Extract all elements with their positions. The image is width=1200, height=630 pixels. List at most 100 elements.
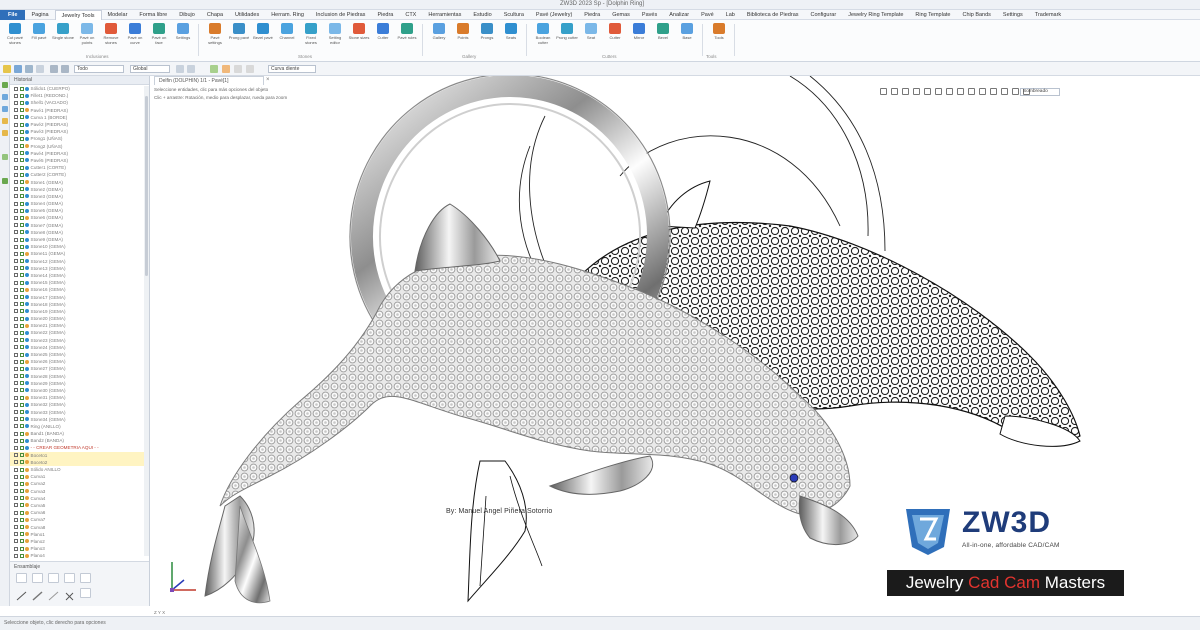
expand-icon[interactable]: [14, 417, 18, 422]
visibility-icon[interactable]: [19, 366, 24, 371]
layer-icon[interactable]: [176, 65, 184, 73]
history-item[interactable]: Sólido ANILLO: [10, 466, 149, 473]
expand-icon[interactable]: [14, 295, 18, 300]
expand-icon[interactable]: [14, 129, 18, 134]
expand-icon[interactable]: [14, 395, 18, 400]
ribbon-tab[interactable]: Analizar: [663, 10, 695, 20]
visibility-icon[interactable]: [19, 223, 24, 228]
history-item[interactable]: Curva3: [10, 488, 149, 495]
visibility-icon[interactable]: [19, 402, 24, 407]
visibility-icon[interactable]: [19, 266, 24, 271]
visibility-icon[interactable]: [19, 251, 24, 256]
history-item[interactable]: Stone26 (GEMA): [10, 358, 149, 365]
visibility-icon[interactable]: [19, 215, 24, 220]
history-item[interactable]: Cutter1 (CORTE): [10, 164, 149, 171]
expand-icon[interactable]: [14, 136, 18, 141]
visibility-icon[interactable]: [19, 136, 24, 141]
visibility-icon[interactable]: [19, 395, 24, 400]
expand-icon[interactable]: [14, 474, 18, 479]
visibility-icon[interactable]: [19, 359, 24, 364]
visibility-icon[interactable]: [19, 352, 24, 357]
ribbon-tab[interactable]: Pagina: [25, 10, 54, 20]
history-item[interactable]: Curva4: [10, 495, 149, 502]
history-item[interactable]: Stone13 (GEMA): [10, 265, 149, 272]
expand-icon[interactable]: [14, 481, 18, 486]
ribbon-tab[interactable]: Jewelry Ring Template: [842, 10, 909, 20]
history-item[interactable]: Fillet1 (REDOND.): [10, 92, 149, 99]
ribbon-button[interactable]: Prong pavé: [228, 23, 250, 53]
copy-button[interactable]: [32, 573, 43, 583]
pick-filter-icon[interactable]: [210, 65, 218, 73]
insert-button[interactable]: [16, 573, 27, 583]
expand-icon[interactable]: [14, 208, 18, 213]
ribbon-button[interactable]: Prong cutter: [556, 23, 578, 53]
expand-icon[interactable]: [14, 503, 18, 508]
expand-icon[interactable]: [14, 273, 18, 278]
history-item[interactable]: Sólido1 (CUERPO): [10, 85, 149, 92]
file-tab[interactable]: File: [0, 9, 26, 20]
history-item[interactable]: Band2 (BANDA): [10, 437, 149, 444]
visibility-icon[interactable]: [19, 208, 24, 213]
visibility-icon[interactable]: [19, 187, 24, 192]
history-item[interactable]: Stone34 (GEMA): [10, 416, 149, 423]
history-item[interactable]: Stone4 (GEMA): [10, 200, 149, 207]
history-item[interactable]: Stone31 (GEMA): [10, 394, 149, 401]
history-item[interactable]: Stone20 (GEMA): [10, 315, 149, 322]
history-item[interactable]: Stone30 (GEMA): [10, 387, 149, 394]
ribbon-button[interactable]: Boolean cutter: [532, 23, 554, 53]
visibility-icon[interactable]: [19, 381, 24, 386]
ribbon-button[interactable]: Cutter: [604, 23, 626, 53]
visibility-icon[interactable]: [19, 532, 24, 537]
expand-icon[interactable]: [14, 345, 18, 350]
ribbon-tab[interactable]: Trademark: [1029, 10, 1067, 20]
expand-icon[interactable]: [14, 287, 18, 292]
expand-icon[interactable]: [14, 366, 18, 371]
eye-gem[interactable]: [789, 473, 799, 483]
history-item[interactable]: Stone21 (GEMA): [10, 322, 149, 329]
ribbon-tab[interactable]: Pavés: [636, 10, 663, 20]
ribbon-tab[interactable]: Chapa: [201, 10, 229, 20]
expand-icon[interactable]: [14, 115, 18, 120]
history-item[interactable]: Stone5 (GEMA): [10, 207, 149, 214]
visibility-icon[interactable]: [19, 424, 24, 429]
history-item[interactable]: Pavé4 (PIEDRAS): [10, 150, 149, 157]
expand-icon[interactable]: [14, 108, 18, 113]
history-item[interactable]: Curva 1 (BORDE): [10, 114, 149, 121]
history-item[interactable]: Stone6 (GEMA): [10, 214, 149, 221]
ribbon-button[interactable]: Seat: [580, 23, 602, 53]
visibility-icon[interactable]: [19, 445, 24, 450]
history-item[interactable]: Pavé1 (PIEDRAS): [10, 107, 149, 114]
history-item[interactable]: Stone3 (GEMA): [10, 193, 149, 200]
visibility-icon[interactable]: [19, 280, 24, 285]
history-item[interactable]: Stone17 (GEMA): [10, 293, 149, 300]
layer-select[interactable]: Global: [130, 65, 170, 73]
ribbon-button[interactable]: Prongs: [476, 23, 498, 53]
visibility-icon[interactable]: [19, 539, 24, 544]
ribbon-button[interactable]: Tools: [708, 23, 730, 53]
visibility-icon[interactable]: [19, 172, 24, 177]
history-item[interactable]: Curva1: [10, 473, 149, 480]
history-item[interactable]: Pavé2 (PIEDRAS): [10, 121, 149, 128]
expand-icon[interactable]: [14, 230, 18, 235]
visibility-icon[interactable]: [19, 158, 24, 163]
ribbon-tab[interactable]: Utilidades: [229, 10, 265, 20]
expand-icon[interactable]: [14, 402, 18, 407]
visibility-icon[interactable]: [19, 467, 24, 472]
history-item[interactable]: Band1 (BANDA): [10, 430, 149, 437]
history-item[interactable]: Stone7 (GEMA): [10, 222, 149, 229]
visibility-icon[interactable]: [19, 295, 24, 300]
ribbon-button[interactable]: Fixed stones: [300, 23, 322, 53]
visibility-icon[interactable]: [19, 388, 24, 393]
history-item[interactable]: Stone1 (GEMA): [10, 178, 149, 185]
ribbon-button[interactable]: Seats: [500, 23, 522, 53]
selector-select[interactable]: Curva diente: [268, 65, 316, 73]
visibility-icon[interactable]: [19, 503, 24, 508]
filter-icon[interactable]: [3, 65, 11, 73]
expand-icon[interactable]: [14, 517, 18, 522]
history-item[interactable]: Stone16 (GEMA): [10, 286, 149, 293]
expand-icon[interactable]: [14, 237, 18, 242]
expand-icon[interactable]: [14, 374, 18, 379]
visibility-icon[interactable]: [19, 230, 24, 235]
expand-icon[interactable]: [14, 546, 18, 551]
expand-icon[interactable]: [14, 532, 18, 537]
